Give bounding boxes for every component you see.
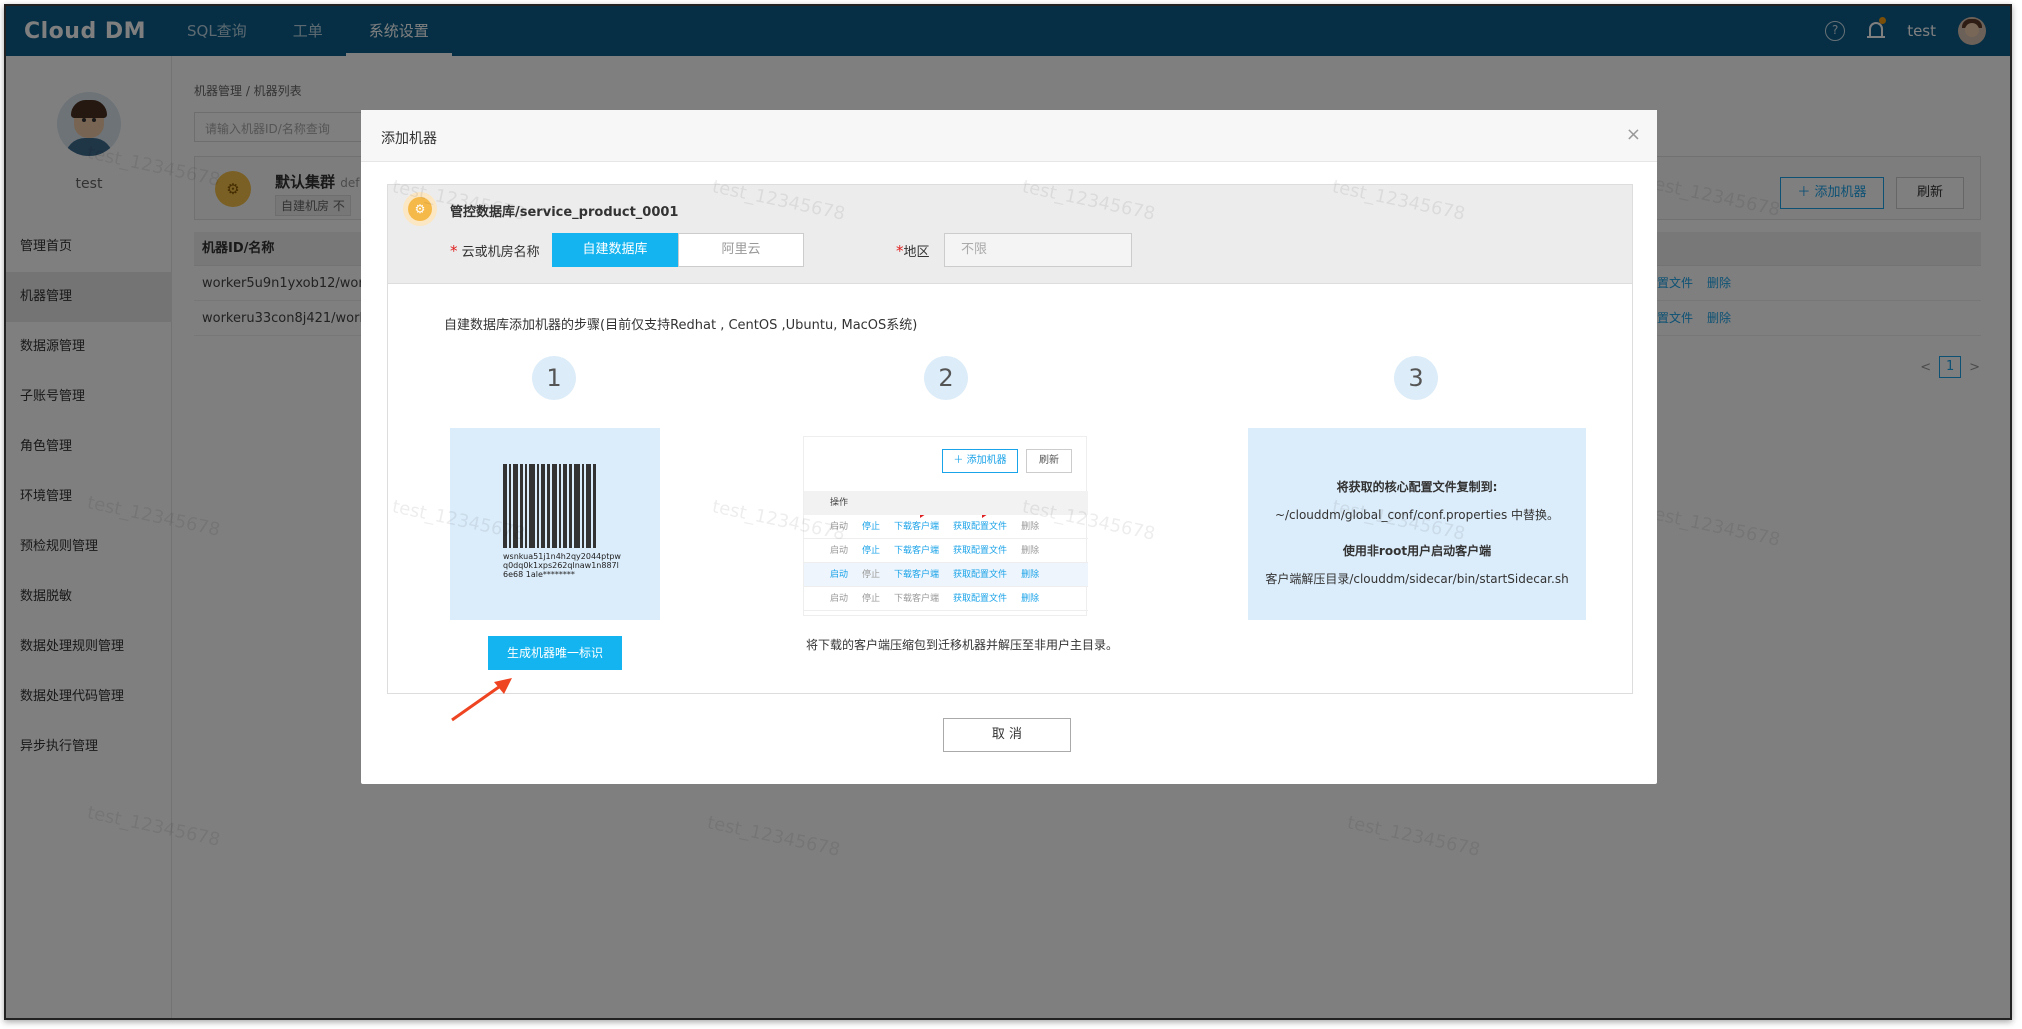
room-label: * 云或机房名称 [450, 242, 540, 260]
close-icon[interactable]: × [1626, 124, 1641, 145]
generate-machine-id-button[interactable]: 生成机器唯一标识 [488, 636, 622, 670]
step2-delete: 删除 [1021, 522, 1040, 532]
step2-row: 启动 停止 下载客户端 获取配置文件 删除 [804, 587, 1088, 611]
step2-start: 启动 [830, 522, 849, 532]
steps-title: 自建数据库添加机器的步骤(目前仅支持Redhat , CentOS ,Ubunt… [444, 318, 918, 333]
step3-line4: 客户端解压目录/clouddm/sidecar/bin/startSidecar… [1265, 572, 1569, 586]
database-icon: ⚙ [408, 197, 432, 221]
step2-row: 启动 停止 下载客户端 获取配置文件 删除 [804, 563, 1088, 587]
step-number-3: 3 [1394, 356, 1438, 400]
step2-table-header: 操作 [804, 491, 1088, 515]
step2-download: 下载客户端 [894, 570, 940, 580]
step-number-2: 2 [924, 356, 968, 400]
region-label-text: 地区 [903, 245, 930, 260]
step-number-1: 1 [532, 356, 576, 400]
cancel-button[interactable]: 取 消 [943, 718, 1071, 752]
step2-caption: 将下载的客户端压缩包到迁移机器并解压至非用户主目录。 [806, 638, 1119, 652]
step2-download: 下载客户端 [894, 594, 940, 604]
step2-table: 操作 启动 停止 下载客户端 获取配置文件 删除 启动 停止 下载客户端 获取配置文件 删除 启… [804, 491, 1088, 611]
step2-add-machine-button: ＋ 添加机器 [942, 449, 1018, 473]
step2-get-config: 获取配置文件 [953, 570, 1008, 580]
step2-get-config: 获取配置文件 [953, 546, 1008, 556]
step2-get-config: 获取配置文件 [953, 594, 1008, 604]
step2-download: 下载客户端 [894, 522, 940, 532]
barcode-icon [503, 464, 609, 548]
step2-illustration: ＋ 添加机器 刷新 操作 启动 停止 下载客户端 获取配置文件 删除 启动 停止 下载客户端… [803, 436, 1088, 616]
step2-delete: 删除 [1021, 546, 1040, 556]
step2-get-config: 获取配置文件 [953, 522, 1008, 532]
dialog-title: 添加机器 [381, 131, 437, 147]
step2-start: 启动 [830, 594, 849, 604]
room-option-self-built[interactable]: 自建数据库 [552, 233, 678, 267]
step3-line1: 将获取的核心配置文件复制到: [1336, 480, 1498, 494]
room-option-aliyun[interactable]: 阿里云 [678, 233, 804, 267]
step2-refresh-button: 刷新 [1026, 449, 1072, 473]
region-select[interactable]: 不限 [944, 233, 1132, 267]
room-label-text: 云或机房名称 [461, 245, 540, 260]
step3-illustration: 将获取的核心配置文件复制到: ~/clouddm/global_conf/con… [1248, 428, 1586, 620]
dialog-header: 添加机器 × [361, 110, 1657, 162]
step2-row: 启动 停止 下载客户端 获取配置文件 删除 [804, 515, 1088, 539]
step2-download: 下载客户端 [894, 546, 940, 556]
pointer-arrow-icon [451, 678, 512, 722]
management-db-name: 管控数据库/service_product_0001 [450, 205, 679, 220]
management-db-box: ⚙ 管控数据库/service_product_0001 * 云或机房名称 自建… [387, 184, 1633, 284]
step2-stop: 停止 [862, 594, 881, 604]
step2-row: 启动 停止 下载客户端 获取配置文件 删除 [804, 539, 1088, 563]
machine-id-code: wsnkua51j1n4h2qy2044ptpwq0dq0k1xps262qln… [503, 552, 621, 579]
steps-panel: 自建数据库添加机器的步骤(目前仅支持Redhat , CentOS ,Ubunt… [387, 284, 1633, 722]
step2-start: 启动 [830, 546, 849, 556]
step2-delete: 删除 [1021, 570, 1040, 580]
step2-stop: 停止 [862, 570, 881, 580]
step3-line2: ~/clouddm/global_conf/conf.properties 中替… [1274, 508, 1560, 522]
step3-line3: 使用非root用户启动客户端 [1342, 544, 1492, 558]
add-machine-dialog: 添加机器 × ⚙ 管控数据库/service_product_0001 * 云或… [361, 110, 1657, 784]
step2-stop: 停止 [862, 546, 881, 556]
step2-start: 启动 [830, 570, 849, 580]
app-window: Cloud DM SQL查询 工单 系统设置 ? test test 管理首页 … [4, 4, 2012, 1020]
step1-illustration: wsnkua51j1n4h2qy2044ptpwq0dq0k1xps262qln… [450, 428, 660, 620]
region-label: *地区 [896, 242, 930, 260]
step2-delete: 删除 [1021, 594, 1040, 604]
step2-stop: 停止 [862, 522, 881, 532]
